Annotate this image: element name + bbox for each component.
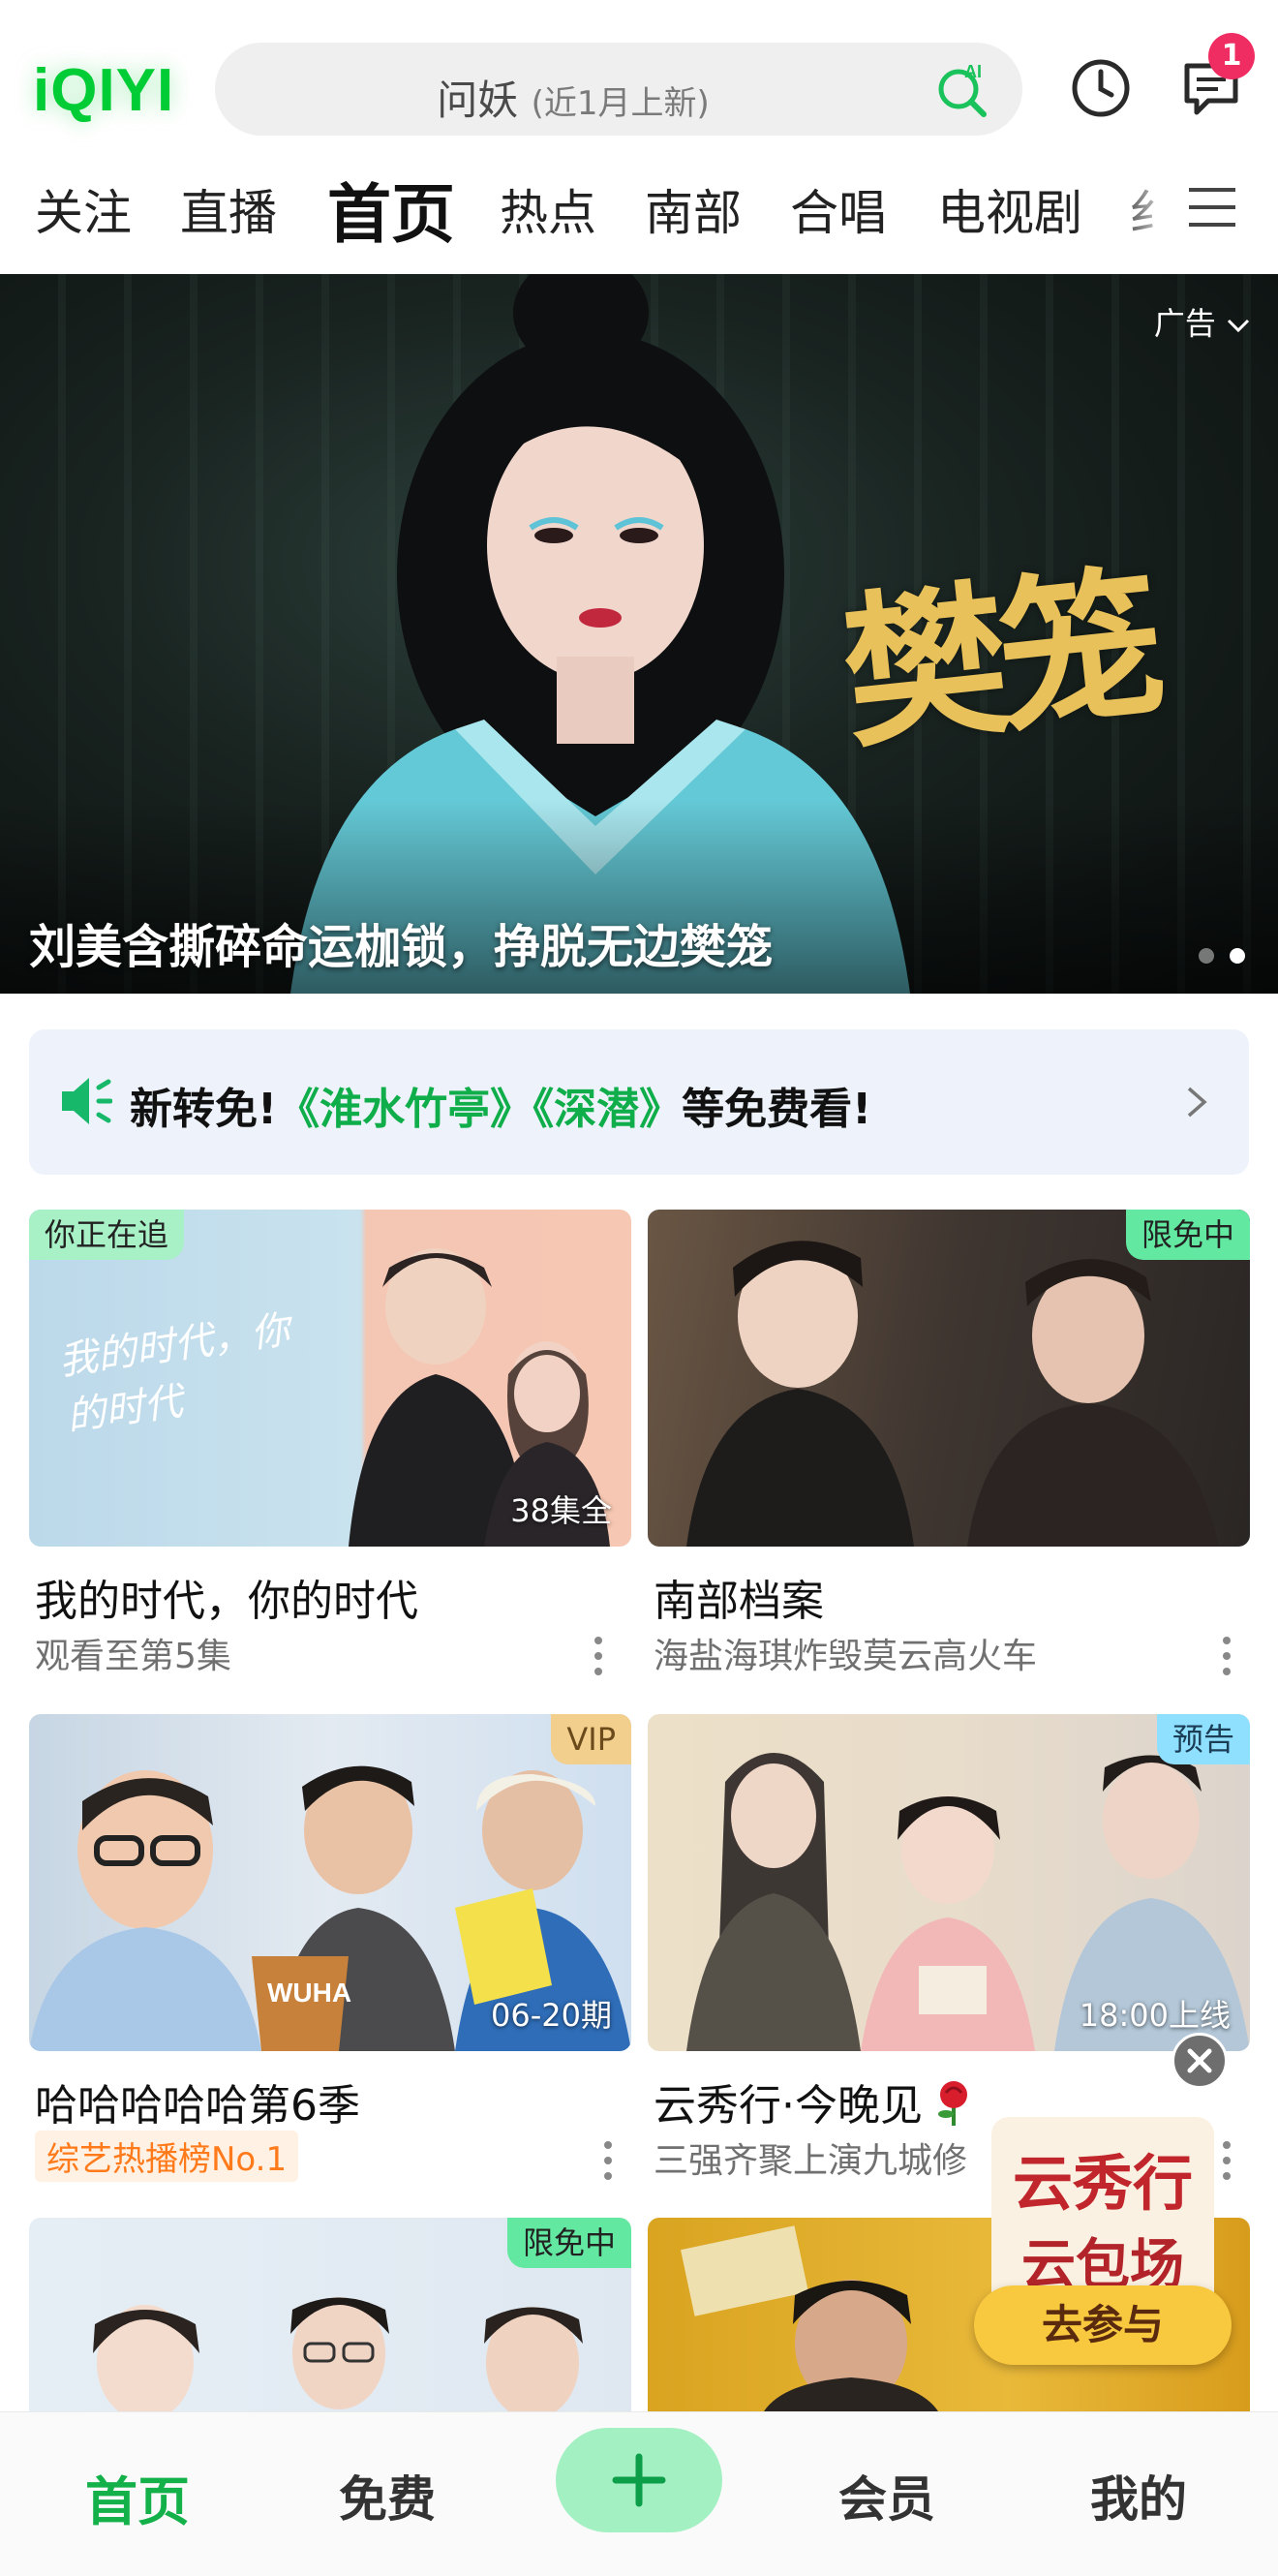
notice-prefix: 新转免!: [130, 1085, 278, 1134]
video-thumbnail[interactable]: 我的时代，你的时代 你正在追 38集全: [29, 1210, 631, 1547]
nav-home[interactable]: 首页: [85, 2459, 190, 2535]
card-title: 我的时代，你的时代: [35, 1577, 418, 1626]
video-card[interactable]: 限免中: [29, 2218, 631, 2411]
rose-icon: [938, 2081, 967, 2126]
search-hint: (近1月上新): [531, 84, 710, 123]
more-vertical-icon[interactable]: [593, 1636, 604, 1676]
more-vertical-icon[interactable]: [602, 2140, 614, 2181]
video-card[interactable]: 预告 18:00上线 云秀行·今晚见 三强齐聚上演九城修: [648, 1714, 1250, 2181]
menu-icon[interactable]: [1185, 180, 1239, 234]
ai-search-icon[interactable]: AI: [931, 58, 993, 120]
nav-create-button[interactable]: [556, 2428, 722, 2532]
release-time: 18:00上线: [1079, 1997, 1231, 2034]
video-thumbnail[interactable]: 预告 18:00上线: [648, 1714, 1250, 2051]
video-card[interactable]: 我的时代，你的时代 你正在追 38集全 我的时代，你的时代 观看至第5集: [29, 1210, 631, 1676]
iqiyi-logo[interactable]: iQIYI: [33, 56, 174, 125]
message-count-badge: 1: [1208, 33, 1255, 79]
banner-page-dot[interactable]: [1199, 948, 1214, 964]
notice-suffix: 等免费看!: [682, 1085, 872, 1134]
chevron-right-icon: [1187, 1087, 1207, 1118]
tab-home[interactable]: 首页: [327, 163, 455, 256]
tab-tv-series[interactable]: 电视剧: [937, 174, 1082, 244]
floating-promo[interactable]: 云秀行 云包场 去参与: [974, 2117, 1232, 2365]
search-keyword: 问妖: [437, 77, 519, 124]
banner-caption: 刘美含撕碎命运枷锁，挣脱无边樊笼: [29, 920, 774, 974]
search-placeholder: 问妖 (近1月上新): [215, 68, 931, 127]
preview-tag: 预告: [1156, 1714, 1250, 1764]
video-thumbnail[interactable]: 限免中: [648, 1210, 1250, 1547]
card-title: 云秀行·今晚见: [654, 2070, 979, 2132]
video-card[interactable]: 限免中 南部档案 海盐海琪炸毁莫云高火车: [648, 1210, 1250, 1676]
card-title-text: 云秀行·今晚见: [654, 2081, 923, 2131]
episode-date: 06-20期: [491, 1997, 612, 2034]
promo-close-button[interactable]: [1172, 2033, 1228, 2089]
following-tag: 你正在追: [29, 1210, 185, 1260]
nav-profile[interactable]: 我的: [1090, 2461, 1187, 2530]
thumbnail-cup-text: WUHA: [267, 1978, 352, 2008]
thumbnail-art: [686, 1241, 1219, 1547]
plus-icon: [612, 2453, 666, 2507]
rank-badge: 综艺热播榜No.1: [35, 2131, 299, 2182]
card-title: 哈哈哈哈哈第6季: [35, 2081, 360, 2131]
hero-banner[interactable]: 樊笼 广告 刘美含撕碎命运枷锁，挣脱无边樊笼: [0, 274, 1278, 994]
video-card[interactable]: WUHA VIP 06-20期 哈哈哈哈哈第6季 综艺热播榜No.1: [29, 1714, 631, 2182]
more-vertical-icon[interactable]: [1221, 1636, 1232, 1676]
episode-count: 38集全: [510, 1492, 612, 1529]
tab-nanbu[interactable]: 南部: [645, 174, 742, 244]
close-icon: [1187, 2048, 1212, 2073]
tab-follow[interactable]: 关注: [35, 174, 132, 244]
nav-free[interactable]: 免费: [339, 2461, 436, 2530]
chevron-down-icon: [1227, 319, 1250, 333]
video-thumbnail[interactable]: 限免中: [29, 2218, 631, 2411]
card-title: 南部档案: [654, 1577, 824, 1626]
ad-label-text: 广告: [1153, 305, 1216, 342]
search-bar[interactable]: 问妖 (近1月上新) AI: [215, 43, 1022, 136]
promo-title: 云秀行: [1012, 2148, 1193, 2219]
bottom-navigation: 首页 免费 会员 我的: [0, 2411, 1278, 2576]
notice-text: 新转免!《淮水竹亭》《深潜》等免费看!: [130, 1074, 871, 1136]
vip-tag: VIP: [551, 1714, 631, 1764]
top-header: iQIYI 问妖 (近1月上新) AI 1 关注 直播 首页 热点 南部 合唱 …: [0, 0, 1278, 274]
ad-label[interactable]: 广告: [1154, 299, 1251, 344]
history-clock-icon[interactable]: [1069, 56, 1133, 120]
tab-live[interactable]: 直播: [180, 174, 277, 244]
free-limited-tag: 限免中: [1125, 1210, 1250, 1260]
free-notice-bar[interactable]: 新转免!《淮水竹亭》《深潜》等免费看!: [29, 1029, 1249, 1175]
svg-text:AI: AI: [964, 62, 982, 81]
video-thumbnail[interactable]: WUHA VIP 06-20期: [29, 1714, 631, 2051]
card-subtitle: 三强齐聚上演九城修: [654, 2141, 968, 2181]
speaker-icon: [62, 1078, 112, 1124]
tab-chorus[interactable]: 合唱: [790, 174, 887, 244]
card-subtitle: 观看至第5集: [35, 1637, 231, 1676]
banner-page-dot-active[interactable]: [1230, 948, 1245, 964]
channel-tabs: 关注 直播 首页 热点 南部 合唱 电视剧 纟: [0, 163, 1278, 252]
card-subtitle: 海盐海琪炸毁莫云高火车: [654, 1637, 1038, 1676]
banner-title-art: 樊笼: [834, 546, 1164, 773]
promo-join-button[interactable]: 去参与: [974, 2285, 1232, 2365]
nav-vip[interactable]: 会员: [838, 2461, 935, 2530]
free-limited-tag: 限免中: [506, 2218, 631, 2268]
tab-hot[interactable]: 热点: [500, 174, 596, 244]
notice-highlight: 《淮水竹亭》《深潜》: [277, 1085, 683, 1134]
